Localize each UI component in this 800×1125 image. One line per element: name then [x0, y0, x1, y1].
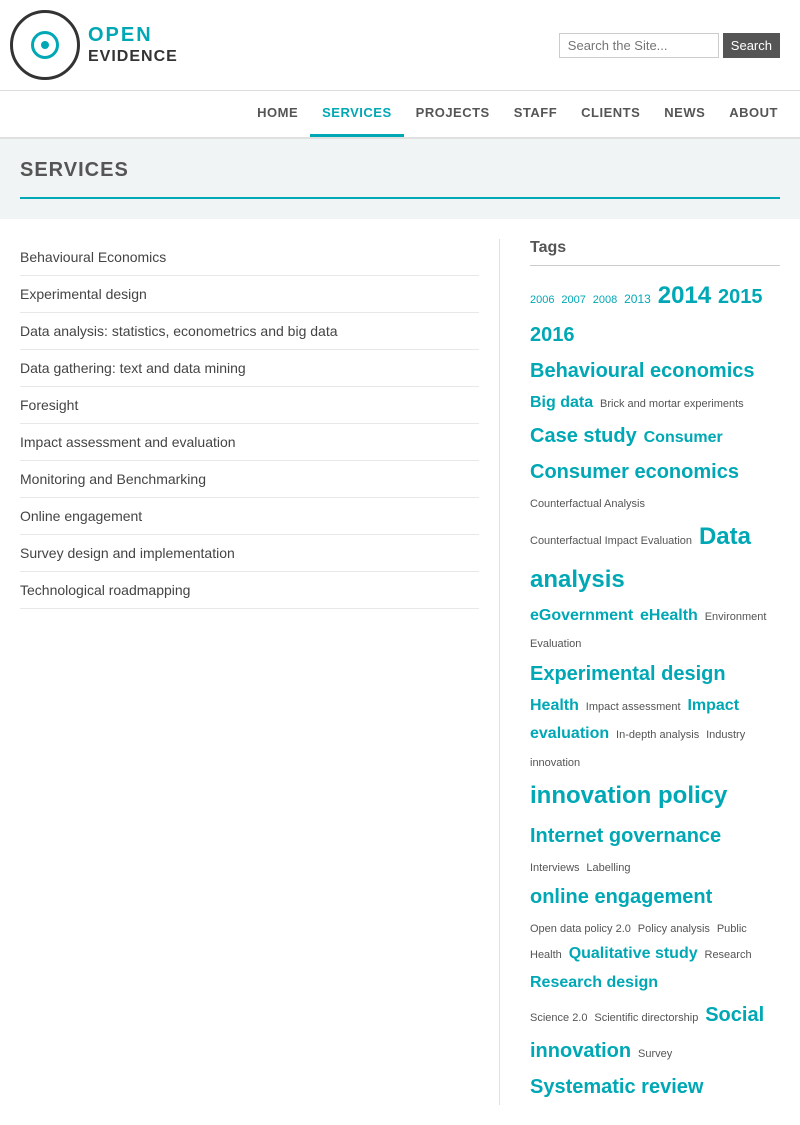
main-nav: HOME SERVICES PROJECTS STAFF CLIENTS NEW… [0, 91, 800, 139]
service-behavioural-economics[interactable]: Behavioural Economics [20, 249, 166, 265]
service-impact-assessment[interactable]: Impact assessment and evaluation [20, 434, 236, 450]
list-item: Impact assessment and evaluation [20, 424, 479, 461]
tags-title: Tags [530, 239, 780, 266]
tag[interactable]: Interviews [530, 862, 580, 874]
tag[interactable]: Data analysis [530, 523, 751, 593]
nav-staff[interactable]: STAFF [502, 91, 569, 137]
logo-open: OPEN [88, 23, 178, 47]
tag[interactable]: Evaluation [530, 638, 581, 650]
logo-text: OPEN EVIDENCE [88, 23, 178, 66]
tag[interactable]: Consumer economics [530, 461, 739, 483]
logo-area: OPEN EVIDENCE [10, 10, 178, 80]
tag[interactable]: Research design [530, 974, 658, 991]
tag[interactable]: Policy analysis [638, 923, 710, 935]
tag[interactable]: Survey [638, 1048, 672, 1060]
tag[interactable]: 2013 [624, 292, 651, 306]
tag[interactable]: Counterfactual Analysis [530, 498, 645, 510]
service-data-gathering[interactable]: Data gathering: text and data mining [20, 360, 246, 376]
nav-clients[interactable]: CLIENTS [569, 91, 652, 137]
list-item: Data gathering: text and data mining [20, 350, 479, 387]
tags-area: 2006 2007 2008 2013 2014 2015 2016 Behav… [530, 274, 780, 1105]
tag[interactable]: Big data [530, 394, 593, 411]
tag[interactable]: Impact assessment [586, 701, 681, 713]
service-survey-design[interactable]: Survey design and implementation [20, 545, 235, 561]
tag[interactable]: Science 2.0 [530, 1012, 587, 1024]
page-title-underline [20, 197, 780, 199]
service-experimental-design[interactable]: Experimental design [20, 286, 147, 302]
tag[interactable]: Experimental design [530, 663, 726, 685]
tag[interactable]: online engagement [530, 886, 712, 908]
tag[interactable]: Health [530, 697, 579, 714]
tag[interactable]: 2008 [593, 294, 617, 306]
search-input[interactable] [559, 33, 719, 58]
list-item: Technological roadmapping [20, 572, 479, 609]
nav-home[interactable]: HOME [245, 91, 310, 137]
tag[interactable]: innovation policy [530, 782, 727, 809]
nav-news[interactable]: NEWS [652, 91, 717, 137]
nav-projects[interactable]: PROJECTS [404, 91, 502, 137]
tag[interactable]: Scientific directorship [594, 1012, 698, 1024]
services-list: Behavioural Economics Experimental desig… [20, 239, 479, 609]
tag[interactable]: Environment [705, 611, 767, 623]
tag[interactable]: Behavioural economics [530, 360, 755, 382]
logo-icon [10, 10, 80, 80]
search-button[interactable]: Search [723, 33, 780, 58]
tag[interactable]: eGovernment [530, 607, 633, 624]
tag[interactable]: Open data policy 2.0 [530, 923, 631, 935]
page-title: SERVICES [20, 159, 780, 182]
page-title-area: SERVICES [0, 139, 800, 219]
tag[interactable]: 2015 [718, 286, 763, 308]
service-monitoring[interactable]: Monitoring and Benchmarking [20, 471, 206, 487]
service-data-analysis[interactable]: Data analysis: statistics, econometrics … [20, 323, 338, 339]
logo-evidence: EVIDENCE [88, 47, 178, 66]
tag[interactable]: Brick and mortar experiments [600, 398, 744, 410]
search-area: Search [559, 33, 780, 58]
list-item: Experimental design [20, 276, 479, 313]
tag[interactable]: 2006 [530, 294, 554, 306]
list-item: Monitoring and Benchmarking [20, 461, 479, 498]
tag[interactable]: eHealth [640, 607, 698, 624]
main-content: Behavioural Economics Experimental desig… [0, 219, 800, 1125]
tag[interactable]: 2014 [658, 282, 711, 309]
tag[interactable]: Research [705, 949, 752, 961]
tag[interactable]: 2016 [530, 324, 575, 346]
header: OPEN EVIDENCE Search [0, 0, 800, 91]
tag[interactable]: Consumer [644, 429, 723, 446]
tag[interactable]: 2007 [561, 294, 585, 306]
tag[interactable]: Qualitative study [569, 945, 698, 962]
nav-about[interactable]: ABOUT [717, 91, 790, 137]
list-item: Survey design and implementation [20, 535, 479, 572]
service-technological-roadmapping[interactable]: Technological roadmapping [20, 582, 190, 598]
list-item: Online engagement [20, 498, 479, 535]
tag[interactable]: Case study [530, 425, 637, 447]
list-item: Foresight [20, 387, 479, 424]
service-foresight[interactable]: Foresight [20, 397, 78, 413]
tag[interactable]: Systematic review [530, 1076, 703, 1098]
list-item: Data analysis: statistics, econometrics … [20, 313, 479, 350]
tag[interactable]: Internet governance [530, 825, 721, 847]
tag[interactable]: Labelling [586, 862, 630, 874]
tags-column: Tags 2006 2007 2008 2013 2014 2015 2016 … [520, 239, 780, 1105]
service-online-engagement[interactable]: Online engagement [20, 508, 142, 524]
tag[interactable]: In-depth analysis [616, 729, 699, 741]
list-item: Behavioural Economics [20, 239, 479, 276]
tag[interactable]: Counterfactual Impact Evaluation [530, 535, 692, 547]
services-list-column: Behavioural Economics Experimental desig… [20, 239, 500, 1105]
nav-services[interactable]: SERVICES [310, 91, 404, 137]
